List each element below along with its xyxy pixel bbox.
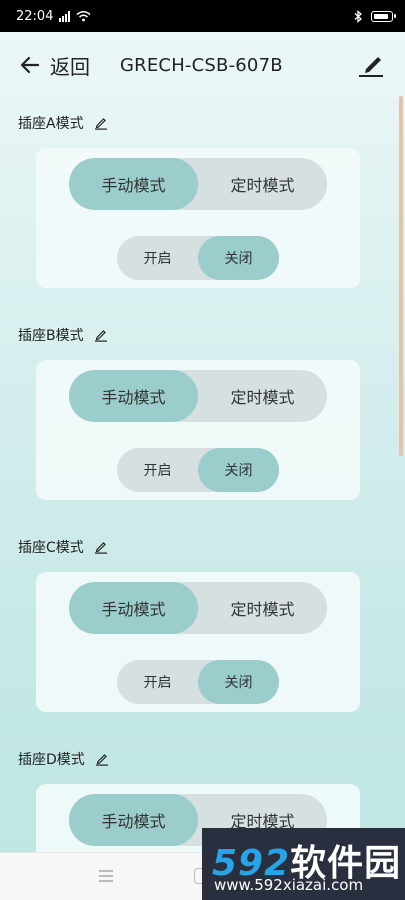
- socket-card: 手动模式 定时模式 开启 关闭: [36, 360, 360, 500]
- edit-icon[interactable]: [357, 52, 385, 78]
- back-button[interactable]: 返回: [18, 51, 90, 80]
- status-time: 22:04: [16, 8, 54, 24]
- section-title: 插座D模式: [0, 734, 405, 784]
- section-title-text: 插座A模式: [18, 116, 84, 132]
- manual-mode-button[interactable]: 手动模式: [69, 158, 198, 210]
- section-title: 插座B模式: [0, 310, 405, 360]
- mode-toggle: 手动模式 定时模式: [69, 158, 327, 210]
- pencil-icon[interactable]: [95, 752, 109, 766]
- manual-mode-button[interactable]: 手动模式: [69, 582, 198, 634]
- socket-list: 插座A模式 手动模式 定时模式 开启 关闭 插座B模式 手动模式 定时模式 开启: [0, 98, 405, 900]
- power-on-button[interactable]: 开启: [117, 448, 198, 492]
- section-title: 插座C模式: [0, 522, 405, 572]
- manual-mode-button[interactable]: 手动模式: [69, 370, 198, 422]
- power-off-button[interactable]: 关闭: [198, 236, 279, 280]
- pencil-icon[interactable]: [94, 328, 108, 342]
- pencil-icon[interactable]: [94, 116, 108, 130]
- mode-toggle: 手动模式 定时模式: [69, 582, 327, 634]
- battery-icon: [371, 10, 396, 22]
- header: 返回 GRECH-CSB-607B: [0, 32, 405, 98]
- section-title-text: 插座D模式: [18, 752, 85, 768]
- device-title: GRECH-CSB-607B: [120, 54, 283, 76]
- power-toggle: 开启 关闭: [117, 660, 279, 704]
- section-title-text: 插座B模式: [18, 328, 84, 344]
- timer-mode-button[interactable]: 定时模式: [198, 582, 327, 634]
- power-on-button[interactable]: 开启: [117, 236, 198, 280]
- back-label: 返回: [50, 54, 90, 79]
- timer-mode-button[interactable]: 定时模式: [198, 158, 327, 210]
- menu-icon[interactable]: [99, 870, 113, 882]
- power-toggle: 开启 关闭: [117, 448, 279, 492]
- power-toggle: 开启 关闭: [117, 236, 279, 280]
- power-off-button[interactable]: 关闭: [198, 660, 279, 704]
- socket-card: 手动模式 定时模式 开启 关闭: [36, 148, 360, 288]
- section-title: 插座A模式: [0, 98, 405, 148]
- pencil-icon[interactable]: [94, 540, 108, 554]
- arrow-left-icon: [20, 56, 40, 74]
- power-off-button[interactable]: 关闭: [198, 448, 279, 492]
- mode-toggle: 手动模式 定时模式: [69, 370, 327, 422]
- wifi-icon: [76, 11, 91, 22]
- watermark: 592软件园 www.592xiazai.com: [202, 828, 405, 900]
- signal-icon: [59, 10, 71, 22]
- socket-card: 手动模式 定时模式 开启 关闭: [36, 572, 360, 712]
- timer-mode-button[interactable]: 定时模式: [198, 370, 327, 422]
- watermark-url: www.592xiazai.com: [214, 876, 364, 894]
- manual-mode-button[interactable]: 手动模式: [69, 794, 198, 846]
- status-bar: 22:04: [0, 0, 405, 32]
- section-title-text: 插座C模式: [18, 540, 84, 556]
- power-on-button[interactable]: 开启: [117, 660, 198, 704]
- bluetooth-icon: [354, 9, 362, 23]
